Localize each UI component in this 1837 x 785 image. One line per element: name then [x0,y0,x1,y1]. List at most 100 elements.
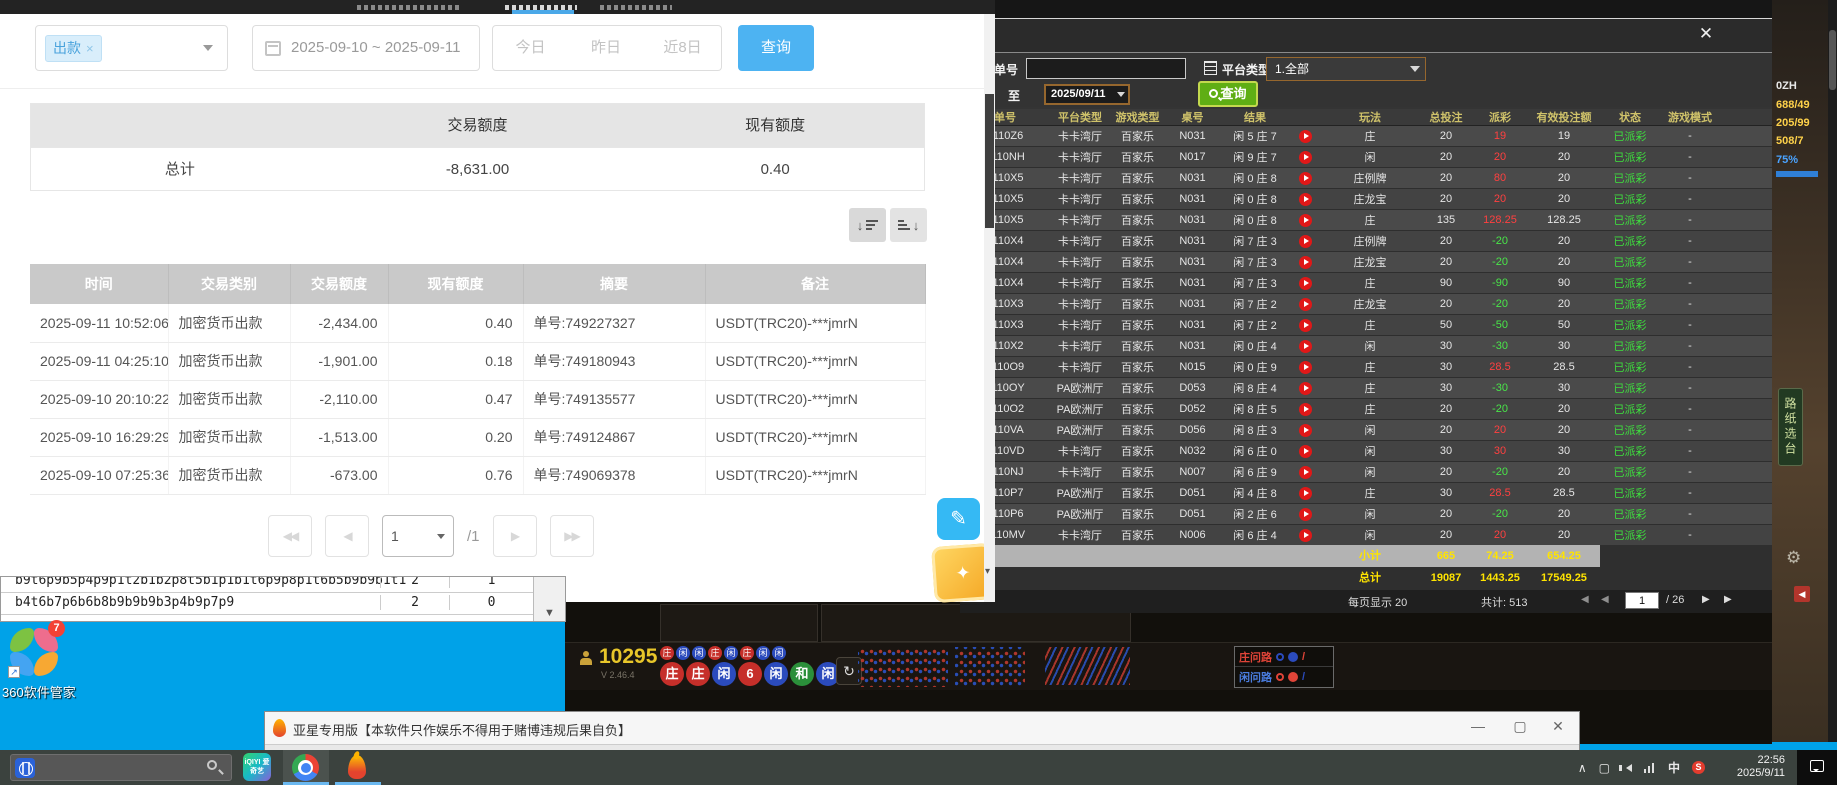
stat-text: 508/7 [1776,135,1804,147]
ask-player-row[interactable]: 闲问路 / [1235,667,1333,687]
feedback-button[interactable]: ✎ [937,498,980,540]
play-video-icon[interactable] [1299,151,1312,164]
first-page-icon[interactable]: ◀ [1581,594,1589,605]
bet-row: 9110X5卡卡湾厅百家乐N031闲 0 庄 8庄龙宝202020已派彩- [960,189,1772,210]
play-video-icon[interactable] [1299,256,1312,269]
taskbar-iqiyi-icon[interactable]: iQIYI 爱奇艺 [243,753,271,781]
close-icon[interactable]: ✕ [1695,24,1717,44]
last-page-icon[interactable]: ▶ [1724,594,1732,605]
query-button[interactable]: 查询 [1198,81,1258,107]
platform-type-select[interactable]: 1.全部 [1266,57,1426,81]
scroll-down-icon[interactable]: ▼ [544,607,555,619]
last-page-button[interactable]: ▶▶ [550,515,594,557]
maximize-button[interactable]: ▢ [1507,718,1533,735]
play-video-icon[interactable] [1299,340,1312,353]
sort-desc-button[interactable]: ↓ [849,208,886,242]
play-video-icon[interactable] [1299,319,1312,332]
cell: 28.5 [1528,357,1600,378]
next-page-icon[interactable]: ▶ [1702,594,1710,605]
play-video-icon[interactable] [1299,403,1312,416]
cell: 28.5 [1472,357,1528,378]
prev-page-icon[interactable]: ◀ [1601,594,1609,605]
prev-page-button[interactable]: ◀ [325,515,369,557]
remove-tag-icon[interactable]: × [86,41,94,56]
transaction-type-select[interactable]: 出款× [35,25,228,71]
clipped-tab[interactable] [600,5,672,10]
cell: 闲 0 庄 9 [1220,357,1290,378]
subtotal-payout: 74.25 [1472,545,1528,567]
scroll-down-icon[interactable]: ▾ [985,566,990,577]
first-page-button[interactable]: ◀◀ [268,515,312,557]
play-video-icon[interactable] [1299,424,1312,437]
today-button[interactable]: 今日 [492,25,569,71]
cell: 闲 [1320,441,1420,462]
desktop-icon-360[interactable]: 7 ↗ 360软件管家 [6,622,116,714]
scrollbar[interactable]: ▼ [533,577,565,621]
play-video-icon[interactable] [1299,172,1312,185]
play-video-icon[interactable] [1299,130,1312,143]
tray-expand-icon[interactable]: ∧ [1578,761,1587,775]
taskbar-yaxing-button[interactable] [335,750,381,785]
date-picker[interactable]: 2025/09/11 [1044,84,1130,105]
antivirus-tray-icon[interactable]: S [1692,761,1705,774]
play-video-icon[interactable] [1299,508,1312,521]
close-button[interactable]: ✕ [1545,718,1571,735]
search-button[interactable]: 查询 [738,25,814,71]
gear-icon[interactable]: ⚙ [1786,548,1801,568]
scrollbar[interactable] [1828,0,1837,742]
cell: -30 [1472,336,1528,357]
play-video-icon[interactable] [1299,466,1312,479]
page-select[interactable]: 1 [382,515,454,557]
ask-banker-row[interactable]: 庄问路 / [1235,647,1333,667]
cell [1290,273,1320,294]
play-video-icon[interactable] [1299,235,1312,248]
clipped-tab[interactable] [357,5,461,10]
next-page-button[interactable]: ▶ [493,515,537,557]
bet-row: 9110VD卡卡湾厅百家乐N032闲 6 庄 0闲303030已派彩- [960,441,1772,462]
hash-row: b4t6b7p6b6b8b9b9b9b3p4b9p7p920 [1,593,533,615]
play-video-icon[interactable] [1299,529,1312,542]
window-titlebar[interactable]: 亚星专用版【本软件只作娱乐不得用于赌博违规后果自负】 — ▢ ✕ [265,712,1579,745]
scrollbar[interactable]: ▾ [984,14,995,602]
play-video-icon[interactable] [1299,277,1312,290]
order-number-input[interactable] [1026,58,1186,79]
taskbar-clock[interactable]: 22:56 2025/9/11 [1737,754,1785,780]
road-paper-tab[interactable]: 路纸选台 [1778,388,1803,466]
back-arrow-button[interactable]: ◀ [1794,586,1810,602]
cell: 闲 5 庄 7 [1220,126,1290,147]
minimize-button[interactable]: — [1465,718,1491,734]
cell: - [1660,294,1720,315]
yesterday-button[interactable]: 昨日 [568,25,645,71]
volume-icon[interactable] [1622,764,1632,772]
road-marker: 闲 [772,646,786,660]
cell: 百家乐 [1110,252,1165,273]
cell: USDT(TRC20)-***jmrN [705,304,925,342]
play-video-icon[interactable] [1299,361,1312,374]
date-range-input[interactable]: 2025-09-10 ~ 2025-09-11 [252,25,480,71]
scrollbar-thumb[interactable] [1829,30,1836,90]
notification-center-button[interactable] [1797,750,1837,785]
taskbar-chrome-button[interactable] [283,750,329,785]
last-8-days-button[interactable]: 近8日 [644,25,722,71]
scrollbar-thumb[interactable] [985,94,994,228]
cell: 加密货币出款 [168,380,290,418]
column-header: 有效投注额 [1528,109,1600,126]
play-video-icon[interactable] [1299,445,1312,458]
cell: 已派彩 [1600,273,1660,294]
network-icon[interactable] [1644,763,1656,773]
ime-indicator[interactable]: 中 [1668,759,1680,776]
cell: 已派彩 [1600,399,1660,420]
cell: 已派彩 [1600,420,1660,441]
play-video-icon[interactable] [1299,298,1312,311]
sort-asc-button[interactable]: ↓ [890,208,927,242]
play-video-icon[interactable] [1299,214,1312,227]
summary-total-label: 总计 [31,148,329,190]
taskbar-search-box[interactable] [10,754,232,781]
play-video-icon[interactable] [1299,193,1312,206]
browser-globe-icon[interactable] [15,758,35,778]
play-video-icon[interactable] [1299,487,1312,500]
tray-window-icon[interactable]: ▢ [1599,761,1610,775]
filter-tag[interactable]: 出款× [45,35,102,62]
page-number-input[interactable]: 1 [1625,592,1659,609]
play-video-icon[interactable] [1299,382,1312,395]
